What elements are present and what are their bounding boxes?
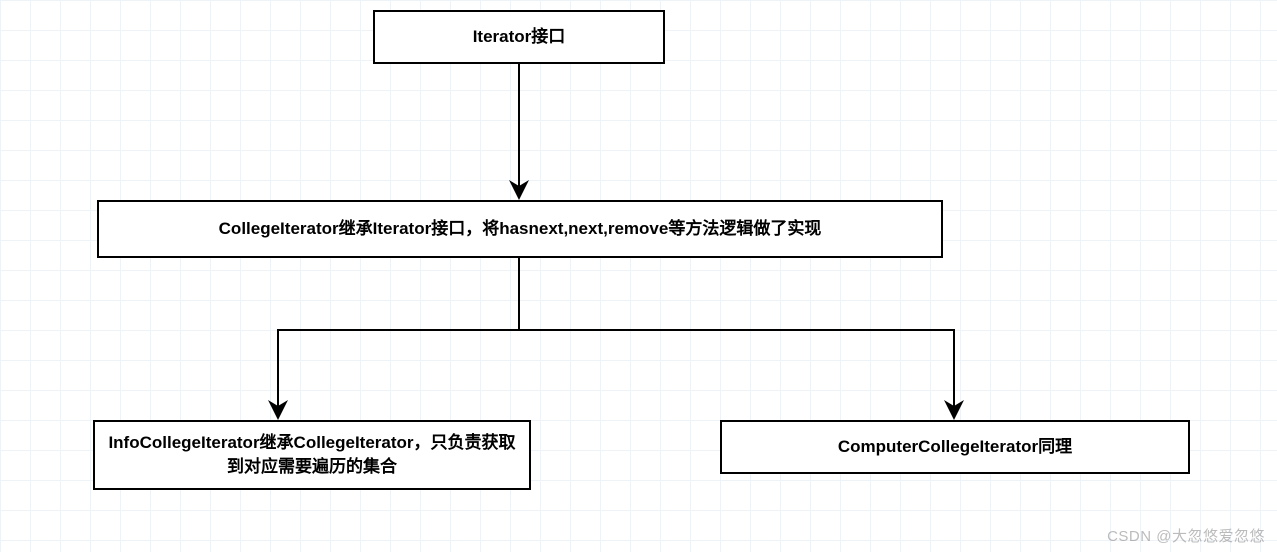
edge-college-to-info [278,258,519,416]
node-label: Iterator接口 [473,25,566,49]
node-college-iterator: CollegeIterator继承Iterator接口，将hasnext,nex… [97,200,943,258]
node-label: InfoCollegeIterator继承CollegeIterator，只负责… [105,431,519,479]
watermark-text: CSDN @大忽悠爱忽悠 [1107,525,1265,546]
node-info-college-iterator: InfoCollegeIterator继承CollegeIterator，只负责… [93,420,531,490]
diagram-canvas: Iterator接口 CollegeIterator继承Iterator接口，将… [0,0,1277,552]
node-label: ComputerCollegeIterator同理 [838,435,1072,459]
edge-college-to-computer [519,258,954,416]
node-computer-college-iterator: ComputerCollegeIterator同理 [720,420,1190,474]
node-label: CollegeIterator继承Iterator接口，将hasnext,nex… [219,217,822,241]
node-iterator-interface: Iterator接口 [373,10,665,64]
